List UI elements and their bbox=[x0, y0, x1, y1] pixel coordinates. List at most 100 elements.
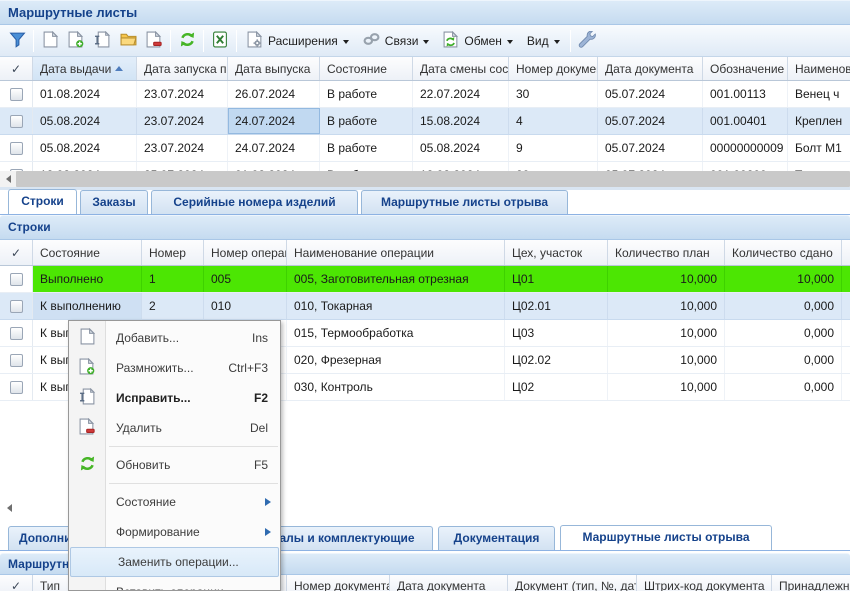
row-checkbox[interactable] bbox=[0, 293, 33, 319]
open-folder-button[interactable] bbox=[115, 29, 141, 53]
view-menu-button[interactable]: Вид bbox=[520, 29, 567, 53]
cell: 20 bbox=[509, 162, 598, 171]
select-all-header[interactable]: ✓ bbox=[0, 57, 33, 80]
add-document-button[interactable] bbox=[63, 29, 89, 53]
menu-item-add[interactable]: Добавить... Ins bbox=[69, 323, 280, 353]
column-header-op-name[interactable]: Наименование операции bbox=[287, 240, 505, 265]
select-all-header[interactable]: ✓ bbox=[0, 240, 33, 265]
route-sheets-grid-header: ✓ Дата выдачи Дата запуска производства … bbox=[0, 57, 850, 81]
column-header-release-date[interactable]: Дата выпуска bbox=[228, 57, 320, 80]
column-header-launch-date[interactable]: Дата запуска производства bbox=[137, 57, 228, 80]
column-header-shop[interactable]: Цех, участок bbox=[505, 240, 608, 265]
delete-doc-icon bbox=[146, 31, 162, 51]
table-row-selected[interactable]: К выполнению 2 010 010, Токарная Ц02.01 … bbox=[0, 293, 850, 320]
select-all-header[interactable]: ✓ bbox=[0, 575, 33, 591]
menu-item-delete[interactable]: Удалить Del bbox=[69, 413, 280, 443]
menu-item-duplicate[interactable]: Размножить... Ctrl+F3 bbox=[69, 353, 280, 383]
cell: 0,000 bbox=[725, 374, 842, 400]
refresh-button[interactable] bbox=[174, 29, 200, 53]
tab-tear-off-sheets[interactable]: Маршрутные листы отрыва bbox=[361, 190, 568, 214]
column-header-doc-number[interactable]: Номер документа bbox=[509, 57, 598, 80]
new-document-button[interactable] bbox=[37, 29, 63, 53]
tab-tear-off-sheets-bottom[interactable]: Маршрутные листы отрыва bbox=[560, 525, 772, 550]
refresh-icon bbox=[179, 31, 196, 51]
cell: Креплен bbox=[788, 108, 850, 134]
menu-item-forming[interactable]: Формирование bbox=[69, 517, 280, 547]
scrollbar-thumb[interactable] bbox=[16, 171, 850, 187]
menu-item-refresh[interactable]: Обновить F5 bbox=[69, 450, 280, 480]
column-header-issue-date[interactable]: Дата выдачи bbox=[33, 57, 137, 80]
scroll-left-button[interactable] bbox=[0, 171, 16, 187]
links-menu-button[interactable]: Связи bbox=[356, 29, 437, 53]
column-header-doc-date[interactable]: Дата документа bbox=[598, 57, 703, 80]
row-checkbox[interactable] bbox=[0, 347, 33, 373]
column-header-doc-number[interactable]: Номер документа bbox=[287, 575, 390, 591]
cell: 005, Заготовительная отрезная bbox=[287, 266, 505, 292]
menu-separator bbox=[109, 483, 278, 484]
delete-document-button[interactable] bbox=[141, 29, 167, 53]
cell: Болт М1 bbox=[788, 135, 850, 161]
extensions-menu-button[interactable]: Расширения bbox=[240, 29, 356, 53]
links-label: Связи bbox=[385, 34, 419, 48]
menu-item-state[interactable]: Состояние bbox=[69, 487, 280, 517]
filter-button[interactable] bbox=[4, 29, 30, 53]
links-icon bbox=[363, 32, 380, 49]
column-header-belonging[interactable]: Принадлежность bbox=[772, 575, 850, 591]
column-header-designation[interactable]: Обозначение bbox=[703, 57, 788, 80]
table-row[interactable]: 12.08.2024 25.07.2024 01.08.2024 В работ… bbox=[0, 162, 850, 171]
menu-item-replace-operations[interactable]: Заменить операции... bbox=[70, 547, 279, 577]
row-checkbox[interactable] bbox=[0, 374, 33, 400]
export-excel-button[interactable] bbox=[207, 29, 233, 53]
cell: 4 bbox=[509, 108, 598, 134]
column-header-state[interactable]: Состояние bbox=[33, 240, 142, 265]
cell: 15.08.2024 bbox=[413, 108, 509, 134]
menu-item-insert-operations[interactable]: Вставить операции... bbox=[69, 577, 280, 591]
menu-item-edit[interactable]: Исправить... F2 bbox=[69, 383, 280, 413]
row-checkbox[interactable] bbox=[0, 162, 33, 171]
column-header-state[interactable]: Состояние bbox=[320, 57, 413, 80]
view-label: Вид bbox=[527, 34, 549, 48]
row-checkbox[interactable] bbox=[0, 266, 33, 292]
tab-zakazy[interactable]: Заказы bbox=[80, 190, 148, 214]
row-checkbox[interactable] bbox=[0, 108, 33, 134]
exchange-label: Обмен bbox=[464, 34, 502, 48]
column-header-barcode[interactable]: Штрих-код документа bbox=[637, 575, 772, 591]
column-header-document[interactable]: Документ (тип, №, дата) bbox=[508, 575, 637, 591]
cell: Ц02 bbox=[505, 374, 608, 400]
exchange-icon bbox=[443, 31, 459, 51]
detail-tabstrip: Строки Заказы Серийные номера изделий Ма… bbox=[0, 190, 850, 215]
tab-stroki[interactable]: Строки bbox=[8, 189, 77, 214]
column-header-qty-done[interactable]: Количество сдано bbox=[725, 240, 842, 265]
horizontal-scrollbar[interactable] bbox=[0, 171, 850, 187]
filler bbox=[842, 374, 850, 400]
cell: В работе bbox=[320, 81, 413, 107]
new-doc-icon bbox=[77, 328, 97, 348]
excel-icon bbox=[212, 31, 228, 51]
column-header-state-change-date[interactable]: Дата смены состояния bbox=[413, 57, 509, 80]
exchange-menu-button[interactable]: Обмен bbox=[436, 29, 520, 53]
tab-documentation[interactable]: Документация bbox=[438, 526, 555, 550]
column-header-qty-plan[interactable]: Количество план bbox=[608, 240, 725, 265]
scroll-left-button[interactable] bbox=[1, 500, 17, 516]
cell: 010, Токарная bbox=[287, 293, 505, 319]
edit-document-button[interactable] bbox=[89, 29, 115, 53]
cell: 01.08.2024 bbox=[228, 162, 320, 171]
row-checkbox[interactable] bbox=[0, 81, 33, 107]
table-row-done[interactable]: Выполнено 1 005 005, Заготовительная отр… bbox=[0, 266, 850, 293]
table-row[interactable]: 01.08.2024 23.07.2024 26.07.2024 В работ… bbox=[0, 81, 850, 108]
table-row-selected[interactable]: 05.08.2024 23.07.2024 24.07.2024 В работ… bbox=[0, 108, 850, 135]
column-header-name[interactable]: Наименование bbox=[788, 57, 850, 80]
table-row[interactable]: 05.08.2024 23.07.2024 24.07.2024 В работ… bbox=[0, 135, 850, 162]
row-checkbox[interactable] bbox=[0, 135, 33, 161]
settings-button[interactable] bbox=[574, 29, 600, 53]
cell: 23.07.2024 bbox=[137, 108, 228, 134]
column-header-op-number[interactable]: Номер операции bbox=[204, 240, 287, 265]
menu-separator bbox=[109, 446, 278, 447]
cell: 0,000 bbox=[725, 293, 842, 319]
column-header-number[interactable]: Номер bbox=[142, 240, 204, 265]
row-checkbox[interactable] bbox=[0, 320, 33, 346]
cell: 001.00200 bbox=[703, 162, 788, 171]
column-header-doc-date[interactable]: Дата документа bbox=[390, 575, 508, 591]
tab-serial-numbers[interactable]: Серийные номера изделий bbox=[151, 190, 358, 214]
add-doc-icon bbox=[77, 358, 97, 378]
